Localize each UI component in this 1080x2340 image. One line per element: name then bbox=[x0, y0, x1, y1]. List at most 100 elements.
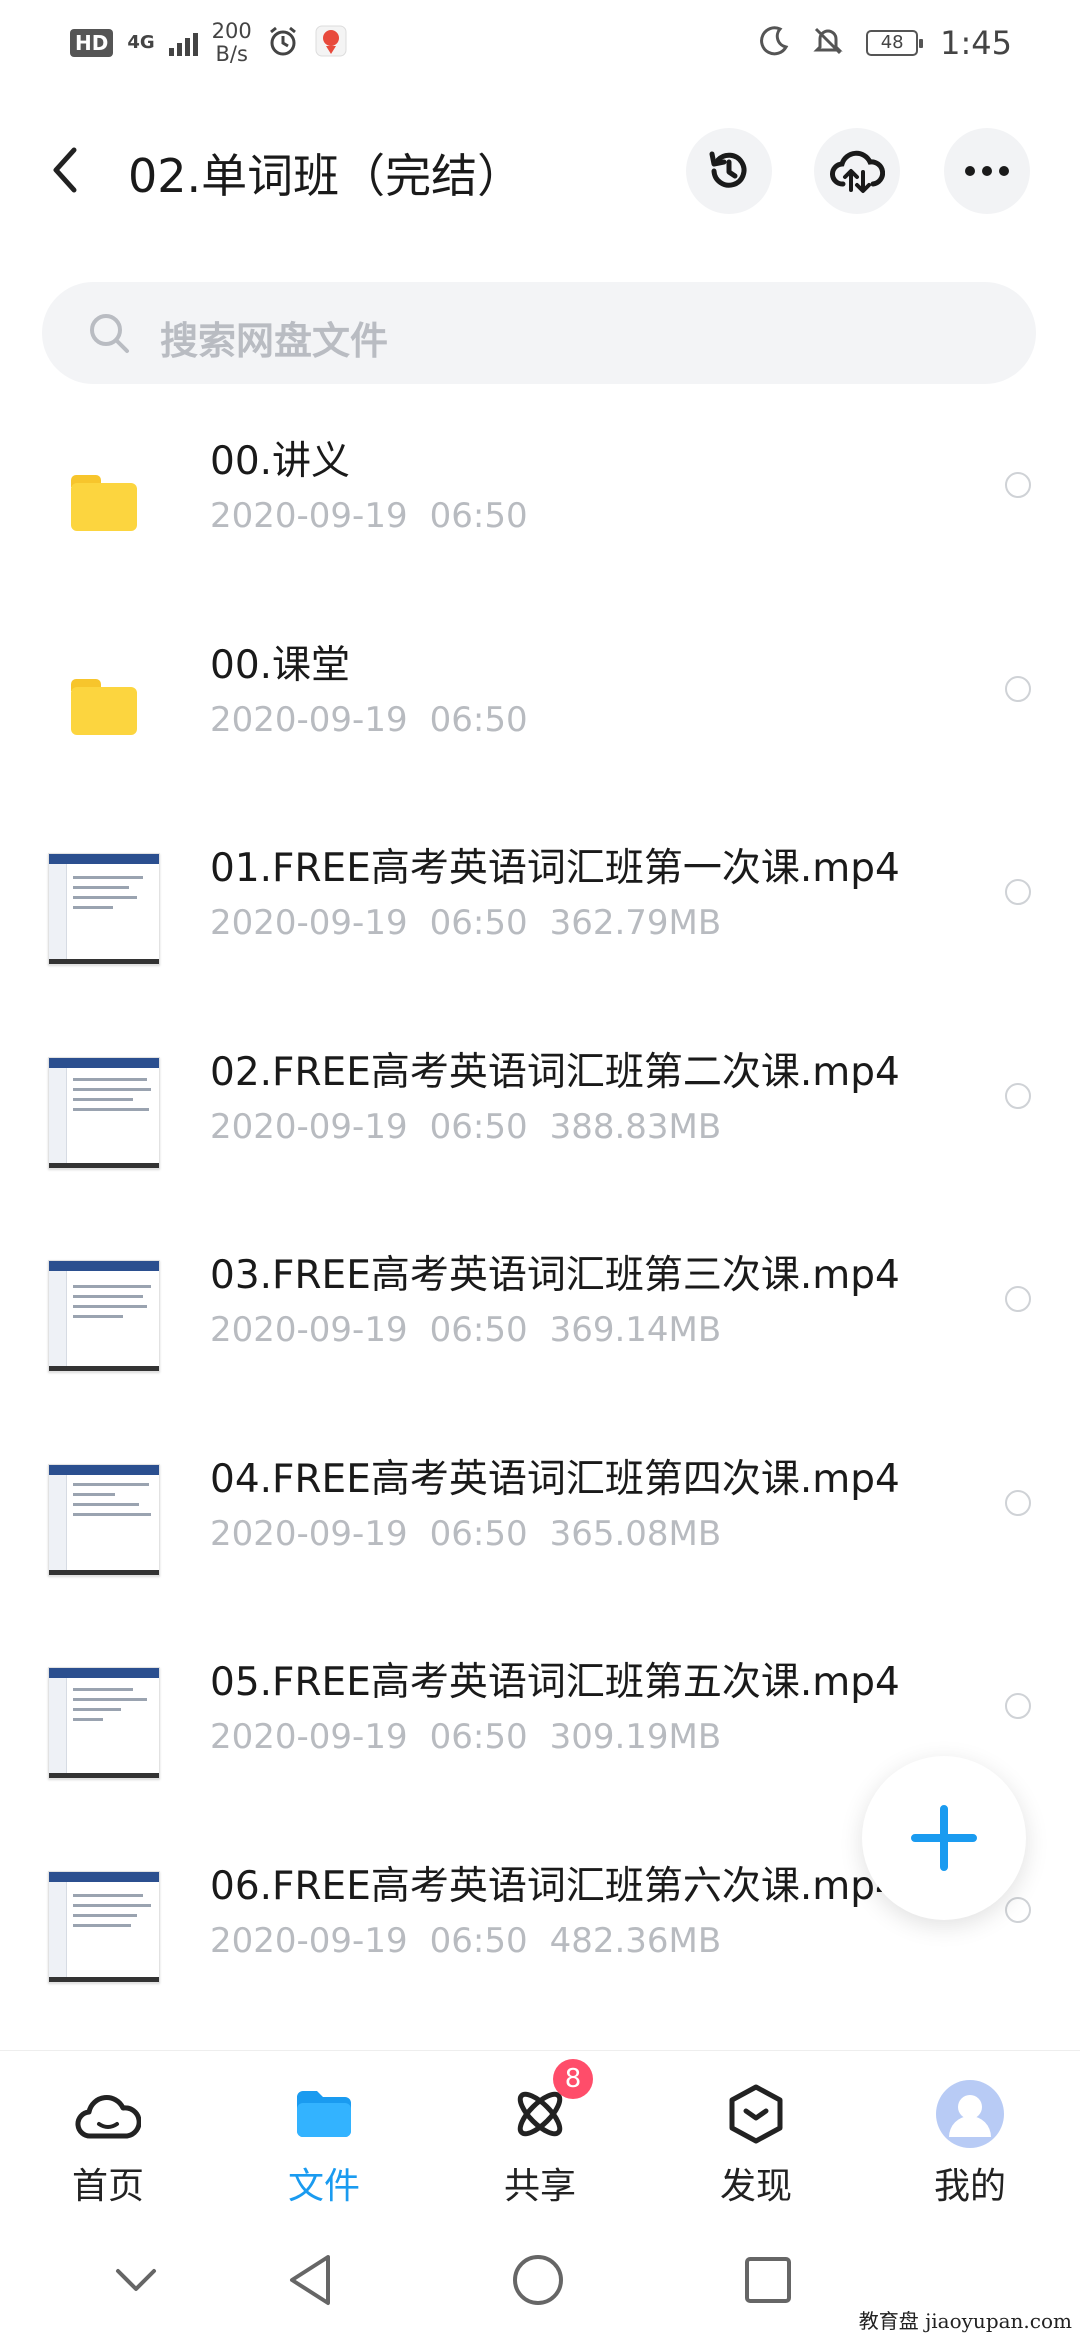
select-radio[interactable] bbox=[1005, 879, 1031, 905]
moon-icon bbox=[758, 25, 790, 61]
file-name: 01.FREE高考英语词汇班第一次课.mp4 bbox=[210, 846, 900, 891]
cloud-home-icon bbox=[73, 2079, 143, 2149]
file-date: 2020-09-19 bbox=[210, 1310, 408, 1350]
select-radio[interactable] bbox=[1005, 1286, 1031, 1312]
list-item[interactable]: 02.FREE高考英语词汇班第二次课.mp4 2020-09-19 06:50 38… bbox=[0, 1023, 1080, 1227]
file-date: 2020-09-19 bbox=[210, 1920, 408, 1961]
file-meta: 2020-09-19 06:50 bbox=[210, 496, 550, 536]
video-thumbnail bbox=[48, 1870, 160, 1983]
speed-value: 200 bbox=[211, 19, 252, 43]
select-radio[interactable] bbox=[1005, 472, 1031, 498]
share-atom-icon: 8 bbox=[505, 2059, 593, 2149]
network-type: 4G bbox=[127, 32, 155, 53]
back-button[interactable] bbox=[50, 142, 90, 198]
file-name: 00.课堂 bbox=[210, 642, 351, 688]
watermark: 教育盘 jiaoyupan.com bbox=[858, 2309, 1072, 2333]
alarm-icon bbox=[266, 24, 300, 62]
file-meta: 2020-09-19 06:50 309.19MB bbox=[210, 1717, 743, 1757]
file-meta: 2020-09-19 06:50 365.08MB bbox=[210, 1514, 743, 1554]
file-date: 2020-09-19 bbox=[210, 699, 408, 740]
nav-mine-label: 我的 bbox=[933, 2166, 1006, 2207]
search-icon bbox=[90, 314, 129, 353]
nav-discover-label: 发现 bbox=[719, 2166, 792, 2207]
file-meta: 2020-09-19 06:50 369.14MB bbox=[210, 1310, 743, 1350]
file-time: 06:50 bbox=[429, 1513, 528, 1554]
video-thumbnail bbox=[48, 853, 160, 965]
file-date: 2020-09-19 bbox=[210, 903, 408, 943]
list-item[interactable]: 03.FREE高考英语词汇班第三次课.mp4 2020-09-19 06:50 36… bbox=[0, 1226, 1080, 1430]
nav-mine[interactable]: 我的 bbox=[900, 2079, 1040, 2209]
nav-discover[interactable]: 发现 bbox=[686, 2079, 826, 2209]
triangle-back-icon bbox=[290, 2255, 330, 2305]
nav-back-button[interactable] bbox=[280, 2250, 340, 2310]
status-left: HD 4G 200 B/s bbox=[70, 20, 348, 66]
file-name: 02.FREE高考英语词汇班第二次课.mp4 bbox=[210, 1049, 900, 1095]
select-radio[interactable] bbox=[1005, 1693, 1031, 1719]
history-button[interactable] bbox=[686, 128, 772, 214]
status-bar: HD 4G 200 B/s 48 1:45 bbox=[0, 0, 1080, 90]
file-time: 06:50 bbox=[429, 1310, 528, 1350]
square-recents-icon bbox=[745, 2257, 791, 2303]
file-size: 369.14MB bbox=[549, 1310, 722, 1350]
video-thumbnail bbox=[48, 1056, 160, 1169]
circle-home-icon bbox=[513, 2255, 563, 2305]
nav-recents-button[interactable] bbox=[738, 2250, 798, 2310]
plus-icon bbox=[911, 1805, 977, 1871]
file-date: 2020-09-19 bbox=[210, 1106, 408, 1147]
list-item[interactable]: 01.FREE高考英语词汇班第一次课.mp4 2020-09-19 06:50 36… bbox=[0, 819, 1080, 1023]
cloud-transfer-button[interactable] bbox=[814, 128, 900, 214]
list-item[interactable]: 04.FREE高考英语词汇班第四次课.mp4 2020-09-19 06:50 36… bbox=[0, 1430, 1080, 1634]
file-meta: 2020-09-19 06:50 482.36MB bbox=[210, 1921, 743, 1961]
file-size: 362.79MB bbox=[549, 903, 722, 943]
chevron-down-icon bbox=[116, 2269, 156, 2291]
folder-icon bbox=[48, 650, 160, 762]
search-input[interactable]: 搜索网盘文件 bbox=[42, 282, 1036, 384]
file-time: 06:50 bbox=[429, 1920, 528, 1961]
system-nav-bar: 教育盘 jiaoyupan.com bbox=[0, 2220, 1080, 2340]
select-radio[interactable] bbox=[1005, 675, 1031, 702]
file-name: 00.讲义 bbox=[210, 439, 351, 484]
file-time: 06:50 bbox=[429, 1106, 528, 1147]
nav-files[interactable]: 文件 bbox=[254, 2079, 394, 2209]
collapse-button[interactable] bbox=[106, 2250, 166, 2310]
file-date: 2020-09-19 bbox=[210, 496, 408, 536]
video-thumbnail bbox=[48, 1463, 160, 1576]
avatar bbox=[935, 2079, 1005, 2149]
file-date: 2020-09-19 bbox=[210, 1717, 408, 1757]
page-header: 02.单词班（完结） bbox=[0, 120, 1080, 220]
nav-home-label: 首页 bbox=[71, 2166, 144, 2207]
file-size: 365.08MB bbox=[549, 1513, 722, 1554]
share-badge: 8 bbox=[553, 2059, 593, 2099]
select-radio[interactable] bbox=[1005, 1489, 1031, 1516]
file-size: 309.19MB bbox=[549, 1717, 722, 1757]
file-time: 06:50 bbox=[429, 903, 528, 943]
cloud-transfer-icon bbox=[830, 150, 885, 193]
history-icon bbox=[709, 151, 747, 188]
select-radio[interactable] bbox=[1005, 1082, 1031, 1109]
nav-files-label: 文件 bbox=[287, 2166, 360, 2207]
nav-home[interactable]: 首页 bbox=[38, 2079, 178, 2209]
list-item[interactable]: 00.课堂 2020-09-19 06:50 bbox=[0, 616, 1080, 820]
add-button[interactable] bbox=[862, 1756, 1026, 1920]
list-item[interactable]: 00.讲义 2020-09-19 06:50 bbox=[0, 412, 1080, 616]
folder-icon bbox=[48, 446, 160, 558]
file-time: 06:50 bbox=[429, 1717, 528, 1757]
file-name: 04.FREE高考英语词汇班第四次课.mp4 bbox=[210, 1456, 900, 1502]
file-date: 2020-09-19 bbox=[210, 1513, 408, 1554]
nav-home-button[interactable] bbox=[508, 2250, 568, 2310]
chevron-left-icon bbox=[53, 147, 77, 193]
app-notification-icon bbox=[314, 24, 348, 62]
file-size: 482.36MB bbox=[549, 1920, 722, 1961]
page-title: 02.单词班（完结） bbox=[128, 149, 524, 203]
video-thumbnail bbox=[48, 1667, 160, 1779]
file-meta: 2020-09-19 06:50 362.79MB bbox=[210, 903, 743, 943]
more-button[interactable] bbox=[944, 128, 1030, 214]
select-radio[interactable] bbox=[1005, 1896, 1031, 1923]
bottom-nav: 首页 文件 8 共享 发现 我的 bbox=[0, 2050, 1080, 2220]
signal-icon bbox=[168, 30, 198, 56]
more-dots-icon bbox=[965, 166, 1009, 176]
file-size: 388.83MB bbox=[549, 1106, 722, 1147]
file-meta: 2020-09-19 06:50 bbox=[210, 700, 550, 740]
video-thumbnail bbox=[48, 1260, 160, 1372]
nav-share[interactable]: 8 共享 bbox=[470, 2059, 610, 2209]
